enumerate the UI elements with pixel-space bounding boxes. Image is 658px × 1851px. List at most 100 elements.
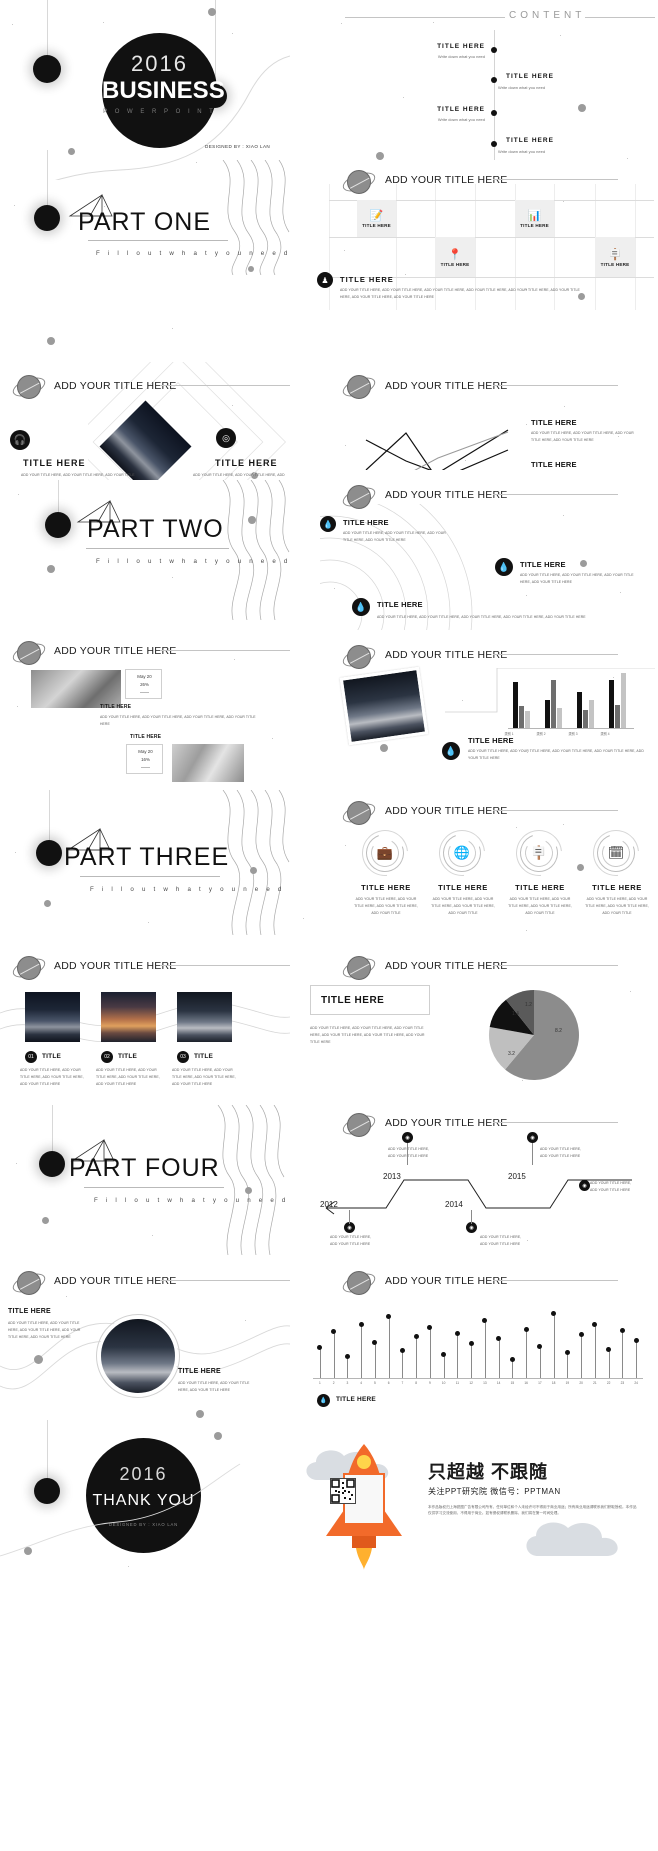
right-text: ADD YOUR TITLE HERE, ADD YOUR TITLE HERE… [178,1381,250,1392]
icon-cell-4[interactable]: 🪧 TITLE HERE [595,237,635,277]
icon-cell-label-3: TITLE HERE [440,261,470,267]
lollipop-dot [331,1329,337,1335]
slide-title: ADD YOUR TITLE HERE [54,960,177,972]
planet-icon [340,642,378,672]
signpost-icon: 🪧 [530,845,548,860]
lollipop-dot [427,1325,433,1331]
lollipop-x-tick: 18 [551,1381,556,1385]
lollipop-stem [567,1352,569,1378]
slide-pie-chart[interactable]: ADD YOUR TITLE HERE TITLE HERE ADD YOUR … [290,945,658,1100]
slide-stats-photo[interactable]: ADD YOUR TITLE HERE May 20 26% TITLE HER… [0,630,290,790]
slide-line-chart[interactable]: ADD YOUR TITLE HERE 类别 1 类别 2 类别 3 类别 4 … [290,310,658,470]
lollipop-dot [399,1348,405,1354]
slide-title: ADD YOUR TITLE HERE [385,649,508,661]
icon-cell-label-4: TITLE HERE [600,261,630,267]
bar-caption-title: TITLE HERE [468,736,514,745]
orbit-title-2: TITLE HERE [438,883,488,892]
slide-three-photo[interactable]: ADD YOUR TITLE HERE 01 TITLE ADD YOUR TI… [0,945,290,1105]
slide-icon-grid[interactable]: ADD YOUR TITLE HERE 📝 TITLE HERE 📊 TITLE… [290,160,658,310]
block-text-1: ADD YOUR TITLE HERE, ADD YOUR TITLE HERE… [531,431,634,442]
lollipop-x-tick: 1 [318,1381,321,1385]
lollipop-x-tick: 20 [579,1381,583,1385]
planet-icon [340,1110,378,1140]
icon-cell-2[interactable]: 📊 TITLE HERE [515,200,554,237]
water-drop-icon: 💧 [320,516,336,532]
slide-part-four[interactable]: PART FOUR F i l l o u t w h a t y o u n … [0,1105,290,1260]
cover-designed-by: DESIGNED BY : XIAO LAN [205,144,271,149]
slide-timeline[interactable]: ADD YOUR TITLE HERE ◉ ADD YOUR TITLE HER… [290,1100,658,1260]
lollipop-dot [454,1330,460,1336]
number-badge-2: 02 [101,1051,113,1063]
signpost-icon: 🪧 [608,248,622,261]
slide-title: ADD YOUR TITLE HERE [385,960,508,972]
ad-fineprint: 本作品版权归上海锐图广告有限公司所有，任何单位和个人未经许可不得用于商业用途；所… [428,1505,637,1516]
slide-cover[interactable]: 2016 BUSINESS P O W E R P O I N T DESIGN… [0,0,290,310]
lollipop-stem [594,1324,596,1378]
block-text-2: ADD YOUR TITLE HERE, ADD YOUR TITLE HERE… [193,473,287,480]
timeline-year-1: 2012 [320,1200,338,1209]
lollipop-dot [619,1327,625,1333]
lollipop-x-tick: 16 [524,1381,528,1385]
thanks-swoosh [0,1463,241,1557]
radial-item-text-3: ADD YOUR TITLE HERE, ADD YOUR TITLE HERE… [377,615,586,619]
orbit-1: 💼 [352,820,418,886]
number-badge-1: 01 [25,1051,37,1063]
icon-cell-1[interactable]: 📝 TITLE HERE [357,200,396,237]
stat-value-1: 26% [140,682,149,687]
orbit-4: 🗓 [583,820,649,886]
content-item-title-1: TITLE HERE [437,43,485,50]
timeline-note-4: ADD YOUR TITLE HERE, ADD YOUR TITLE HERE [540,1147,582,1158]
pie-box-text: ADD YOUR TITLE HERE, ADD YOUR TITLE HERE… [310,1026,425,1044]
photo-mountain [339,666,429,746]
slide-circle-photo[interactable]: ADD YOUR TITLE HERE TITLE HERE ADD YOUR … [0,1260,290,1420]
slide-radial[interactable]: ADD YOUR TITLE HERE 💧 TITLE HERE ADD YOU… [290,470,658,630]
orbit-2: 🌐 [429,820,495,886]
slide-title: ADD YOUR TITLE HERE [385,1117,508,1129]
slide-part-two[interactable]: PART TWO F i l l o u t w h a t y o u n e… [0,480,290,630]
lollipop-dot [509,1356,515,1362]
radial-item-title-2: TITLE HERE [520,560,566,569]
stat-text-1: ADD YOUR TITLE HERE, ADD YOUR TITLE HERE… [100,715,256,726]
orbit-title-4: TITLE HERE [592,883,642,892]
lollipop-x-tick: 10 [441,1381,446,1385]
lollipop-x-tick: 8 [415,1381,418,1385]
lollipop-stem [484,1320,486,1378]
timeline-year-4: 2015 [508,1172,526,1181]
icon-cell-3[interactable]: 📍 TITLE HERE [435,237,475,277]
slide-diamond-photo[interactable]: ADD YOUR TITLE HERE 🎧 TITLE HERE ADD YOU… [0,310,290,480]
cover-title: BUSINESS [102,77,225,104]
qr-code[interactable] [330,1478,356,1504]
slide-lollipop-chart[interactable]: ADD YOUR TITLE HERE 1 2 3 4 5 6 7 8 9 10 11 12 13 14 1… [290,1260,658,1420]
slide-content[interactable]: CONTENT TITLE HERE Write down what you n… [290,0,658,160]
lollipop-x-tick: 15 [510,1381,515,1385]
lollipop-stem [416,1336,418,1378]
slide-bar-chart[interactable]: ADD YOUR TITLE HERE 类别 1 类别 2 类别 3 类别 4 … [290,630,658,790]
slide-part-three[interactable]: PART THREE F i l l o u t w h a t y o u n… [0,790,290,945]
cover-subtitle: P O W E R P O I N T [103,109,216,115]
block-text-1: ADD YOUR TITLE HERE, ADD YOUR TITLE HERE… [21,473,135,480]
ad-banner[interactable]: 只超越 不跟随 关注PPT研究院 微信号：PPTMAN 本作品版权归上海锐图广告… [290,1420,658,1580]
timeline-marker-2: ◉ [402,1132,413,1143]
lollipop-stem [622,1330,624,1378]
water-drop-icon: 💧 [317,1394,330,1407]
line-chart [365,429,509,470]
lollipop-stem [498,1338,500,1378]
lollipop-x-tick: 23 [620,1381,625,1385]
stat-title-2: TITLE HERE [130,734,162,740]
photo-1 [25,992,80,1042]
lollipop-dot [468,1340,474,1346]
photo-2 [101,992,156,1042]
lollipop-x-tick: 6 [387,1381,390,1385]
block-title-2: TITLE HERE [215,458,278,468]
icon-grid-footer-title: TITLE HERE [340,275,394,284]
slide-four-orbit[interactable]: ADD YOUR TITLE HERE 💼 🌐 🪧 🗓 TITLE HERE A… [290,790,658,945]
photo-text-3: ADD YOUR TITLE HERE, ADD YOUR TITLE HERE… [172,1068,236,1086]
content-item-desc-4: Write down what you need [498,149,546,154]
lollipop-dot [358,1321,364,1327]
left-title: TITLE HERE [8,1308,51,1315]
slide-thank-you[interactable]: 2016 THANK YOU DESIGNED BY : XIAO LAN [0,1420,290,1580]
water-drop-icon: 💧 [442,742,460,760]
lollipop-x-tick: 11 [455,1381,460,1385]
content-item-desc-2: Write down what you need [498,85,546,90]
lollipop-stem [636,1340,638,1378]
